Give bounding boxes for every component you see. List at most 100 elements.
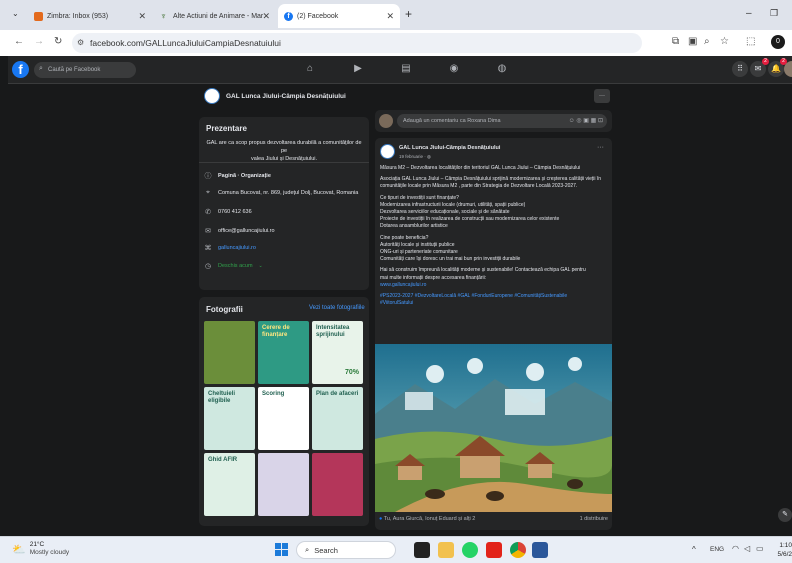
clock-icon: ◷ <box>204 263 212 270</box>
account-avatar[interactable] <box>784 61 792 77</box>
close-tab-icon[interactable]: ✕ <box>262 11 270 22</box>
tab-zimbra[interactable]: Zimbra: Inbox (953) ✕ <box>28 4 152 28</box>
post-text-line: Măsura M2 – Dezvoltarea localităților di… <box>380 165 581 171</box>
photo-tile[interactable]: Cerere de finanțare <box>258 321 309 384</box>
edit-float-button[interactable]: ✎ <box>778 508 792 522</box>
category-text: Pagină · Organizație <box>218 173 271 179</box>
shares-count[interactable]: 1 distribuire <box>580 516 608 522</box>
site-info-icon[interactable]: ⚙ <box>77 38 84 47</box>
chrome-icon[interactable] <box>510 542 526 558</box>
facebook-favicon-icon: f <box>284 11 293 21</box>
translate-icon[interactable]: ▣ <box>688 36 697 47</box>
cast-icon[interactable]: ⧉ <box>672 36 679 47</box>
weather-desc: Mostly cloudy <box>29 549 70 556</box>
emoji-icons[interactable]: ☺ ◎ ▣ ▦ ⊡ <box>569 114 603 128</box>
whatsapp-icon[interactable] <box>462 542 478 558</box>
zoom-icon[interactable]: ⌕ <box>704 36 710 47</box>
reactions-summary[interactable]: ● Tu, Aura Giurcă, Ionuț Eduard și alți … <box>379 516 475 522</box>
groups-icon[interactable]: ◉ <box>447 63 461 77</box>
extensions-icon[interactable]: ⬚ <box>746 36 755 47</box>
bookmark-star-icon[interactable]: ☆ <box>720 36 729 47</box>
photos-grid: Cerere de finanțare Intensitatea sprijinu… <box>204 321 364 519</box>
post-author-name[interactable]: GAL Lunca Jiului-Câmpia Desnățuiului <box>399 145 500 151</box>
volume-icon[interactable]: ◁ <box>744 544 750 553</box>
back-icon[interactable]: ← <box>14 36 24 47</box>
photo-tile[interactable]: Cheltuieli eligibile <box>204 387 255 450</box>
language-indicator[interactable]: ENG <box>710 546 724 553</box>
post-text-line: Cine poate beneficia? <box>380 234 429 241</box>
photo-tile-title: Scoring <box>262 391 285 397</box>
profile-avatar[interactable]: 0 <box>771 35 785 49</box>
intro-website-row: ⌘ galluncajiului.ro <box>204 244 256 252</box>
messenger-icon[interactable]: ✉ 2 <box>750 58 769 77</box>
tab-list-chevron-icon[interactable]: ⌄ <box>12 9 19 18</box>
task-view-icon[interactable] <box>414 542 430 558</box>
intro-title: Prezentare <box>206 124 247 133</box>
tab-facebook[interactable]: f (2) Facebook ✕ <box>278 4 400 28</box>
address-bar[interactable]: ⚙ facebook.com/GALLuncaJiuluiCampiaDesna… <box>72 33 642 53</box>
photo-tile[interactable] <box>312 453 363 516</box>
hours-text[interactable]: Deschis acum <box>218 263 253 269</box>
globe-icon: ◍ <box>427 154 431 159</box>
facebook-search-input[interactable]: ⌕ Caută pe Facebook <box>34 62 136 78</box>
weather-temp: 21°C <box>29 541 45 548</box>
photo-tile[interactable] <box>204 321 255 384</box>
photo-tile-title: Cerere de finanțare <box>262 325 290 338</box>
marketplace-icon[interactable]: ▤ <box>399 63 413 77</box>
photo-tile[interactable]: Intensitatea sprijinului 70% <box>312 321 363 384</box>
home-icon[interactable]: ⌂ <box>303 63 317 77</box>
word-icon[interactable] <box>532 542 548 558</box>
reload-icon[interactable]: ↻ <box>54 36 62 47</box>
close-tab-icon[interactable]: ✕ <box>138 11 146 22</box>
tab-label: (2) Facebook <box>297 12 339 20</box>
page-more-button[interactable]: ··· <box>594 89 610 103</box>
info-icon: ⓘ <box>204 173 212 180</box>
clock[interactable]: 1:10 5/6/2 <box>772 541 792 559</box>
page-name-header[interactable]: GAL Lunca Jiului-Câmpia Desnățuiului <box>226 93 346 100</box>
forward-icon[interactable]: → <box>34 36 44 47</box>
post-hashtags[interactable]: #PS2023-2027 #DezvoltareLocală #GAL #Fon… <box>380 293 608 300</box>
taskbar-search[interactable]: ⌕ Search <box>296 541 396 559</box>
post-options-icon[interactable]: ··· <box>597 144 604 151</box>
acrobat-icon[interactable] <box>486 542 502 558</box>
photo-tile[interactable]: Plan de afaceri <box>312 387 363 450</box>
video-icon[interactable]: ▶ <box>351 63 365 77</box>
website-link[interactable]: galluncajiului.ro <box>218 245 256 251</box>
notifications-bell-icon[interactable]: 🔔 2 <box>768 58 787 77</box>
post-author-avatar[interactable] <box>380 144 395 159</box>
intro-category-row: ⓘ Pagină · Organizație <box>204 171 271 181</box>
comment-input[interactable]: Adaugă un comentariu ca Roxana Dima ☺ ◎ … <box>397 114 607 128</box>
close-tab-icon[interactable]: ✕ <box>386 11 394 22</box>
intro-hours-row: ◷ Deschis acum ⌄ <box>204 262 263 270</box>
tray-chevron-icon[interactable]: ^ <box>692 545 696 554</box>
comment-composer: Adaugă un comentariu ca Roxana Dima ☺ ◎ … <box>375 110 612 132</box>
chevron-down-icon[interactable]: ⌄ <box>259 263 263 269</box>
start-button[interactable] <box>275 543 288 556</box>
file-explorer-icon[interactable] <box>438 542 454 558</box>
photo-tile[interactable]: Ghid AFIR <box>204 453 255 516</box>
weather-widget[interactable]: ⛅ 21°C Mostly cloudy <box>12 541 69 557</box>
page-sticky-header: GAL Lunca Jiului-Câmpia Desnățuiului ··· <box>196 85 614 109</box>
post-text-line: ONG-uri și parteneriate comunitare <box>380 249 458 256</box>
post-hashtags[interactable]: #ViitorulSatului <box>380 300 608 307</box>
minimize-button[interactable]: – <box>746 8 752 19</box>
restore-button[interactable]: ❐ <box>770 8 778 19</box>
menu-grid-icon[interactable]: ⠿ <box>732 61 748 77</box>
see-all-photos-link[interactable]: Vezi toate fotografiile <box>309 305 365 311</box>
photo-tile[interactable]: Scoring <box>258 387 309 450</box>
wifi-icon[interactable]: ◠ <box>732 544 739 553</box>
facebook-logo-icon[interactable]: f <box>12 61 29 78</box>
post-text-line: Autorități locale și instituții publice <box>380 241 455 248</box>
post-image[interactable] <box>375 344 612 512</box>
new-tab-button[interactable]: + <box>405 7 412 21</box>
photo-tile-value: 70% <box>344 369 359 376</box>
zimbra-favicon-icon <box>34 11 43 21</box>
gaming-icon[interactable]: ◍ <box>495 63 509 77</box>
post-card: GAL Lunca Jiului-Câmpia Desnățuiului 19 … <box>375 138 612 530</box>
battery-icon[interactable]: ▭ <box>756 544 764 553</box>
post-link[interactable]: www.galluncajiului.ro <box>380 282 608 289</box>
photo-tile[interactable] <box>258 453 309 516</box>
post-date: 19 februarie · ◍ <box>399 154 431 159</box>
tab-alte-actiuni[interactable]: ♆ Alte Actiuni de Animare - Mar ✕ <box>154 4 276 28</box>
page-logo[interactable] <box>204 88 220 104</box>
